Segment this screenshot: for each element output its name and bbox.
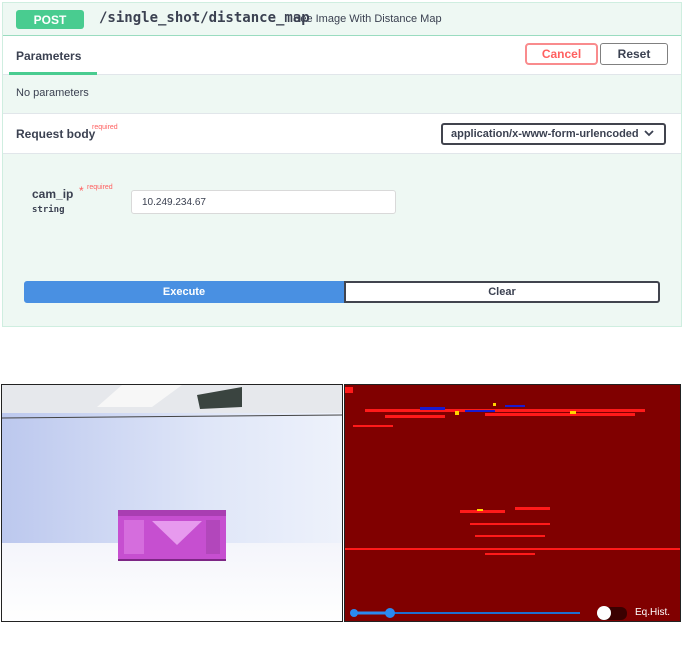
operation-block: POST /single_shot/distance_map See Image… [2,2,682,327]
operation-summary[interactable]: POST /single_shot/distance_map See Image… [3,3,681,36]
parameters-tab[interactable]: Parameters [16,49,81,63]
field-name: cam_ip [32,187,74,201]
chevron-down-icon [644,128,654,141]
content-type-value: application/x-www-form-urlencoded [451,128,639,140]
clear-button[interactable]: Clear [344,281,660,303]
required-star: * [79,184,84,198]
reset-button[interactable]: Reset [600,43,668,65]
request-body-header: Request body required application/x-www-… [3,113,681,154]
content-type-select[interactable]: application/x-www-form-urlencoded [441,123,666,145]
eq-hist-label: Eq.Hist. [635,607,671,618]
parameters-tab-underline [9,72,97,75]
purple-box [118,510,226,561]
execute-button[interactable]: Execute [24,281,344,303]
request-body-required-label: required [92,124,118,131]
method-badge: POST [16,10,84,29]
field-type: string [32,205,65,215]
endpoint-description: See Image With Distance Map [293,13,442,25]
request-body-title: Request body [16,127,96,141]
endpoint-path: /single_shot/distance_map [99,10,310,26]
slider-handle[interactable] [385,608,395,618]
field-required-label: required [87,184,113,191]
parameters-header: Parameters Cancel Reset [3,36,681,75]
cancel-button[interactable]: Cancel [525,43,598,65]
no-parameters-text: No parameters [16,87,89,99]
cam-ip-input[interactable] [131,190,396,214]
distance-map: Eq.Hist. [344,384,681,622]
camera-image [1,384,343,622]
